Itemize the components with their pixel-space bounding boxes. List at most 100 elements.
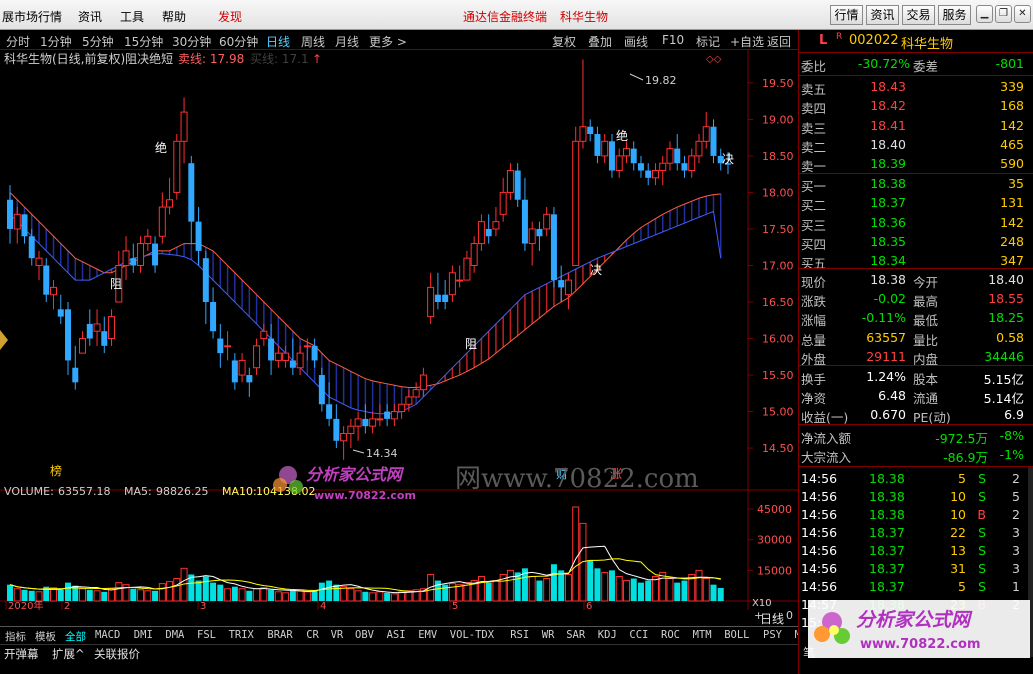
menu-help[interactable]: 帮助 (162, 8, 186, 25)
tool-draw[interactable]: 画线 (624, 33, 648, 50)
service-button[interactable]: 服务 (938, 5, 971, 25)
tool-fuquan[interactable]: 复权 (552, 33, 576, 50)
candle-body (463, 257, 471, 281)
tab-1[interactable]: 模板 (35, 629, 56, 644)
ask-price: 18.41 (870, 117, 906, 133)
tool-f10[interactable]: F10 (662, 33, 684, 47)
kline-chart[interactable]: 19.50 19.00 18.50 18.00 17.50 17.00 16.50 16.00… (0, 50, 798, 626)
ma10-label: MA10: (222, 485, 257, 498)
signal-jue2-1: 决 (590, 263, 602, 277)
volume-bar (296, 590, 304, 602)
tab-11[interactable]: OBV (355, 629, 374, 641)
tab-0[interactable]: 指标 (5, 629, 26, 644)
quote-value-2: 18.25 (988, 310, 1024, 326)
related-quote-button[interactable]: 关联报价 (94, 646, 140, 662)
tab-8[interactable]: BRAR (267, 629, 292, 641)
tick-price: 18.38 (869, 507, 905, 522)
tab-18[interactable]: KDJ (598, 629, 617, 641)
watermark-big-url: 网www.70822.com (455, 464, 699, 494)
volume-bar (622, 580, 630, 602)
date-tick-label: 2 (64, 601, 70, 612)
candle-body (202, 258, 209, 302)
tab-17[interactable]: SAR (566, 629, 585, 641)
tab-22[interactable]: BOLL (724, 629, 749, 641)
tool-back[interactable]: 返回 (767, 33, 791, 50)
bid-volume: 142 (1000, 214, 1024, 230)
danmu-button[interactable]: 开弹幕 (4, 646, 39, 662)
period-15min[interactable]: 15分钟 (124, 33, 163, 50)
zoom-reset-button[interactable]: 0 (786, 609, 793, 622)
tool-mark[interactable]: 标记 (696, 33, 720, 50)
candle-body (354, 418, 362, 427)
tool-overlay[interactable]: 叠加 (588, 33, 612, 50)
close-icon[interactable]: ✕ (1014, 5, 1031, 23)
fin-value-2: 5.14亿 (983, 391, 1024, 406)
period-60min[interactable]: 60分钟 (219, 33, 258, 50)
volume-bar (158, 583, 166, 602)
volume-label: VOLUME: (4, 485, 54, 498)
candle-body (412, 389, 420, 398)
period-daily[interactable]: 日线 (266, 33, 290, 50)
volume-bar (144, 590, 152, 602)
candle-body (326, 404, 333, 419)
period-weekly[interactable]: 周线 (301, 33, 325, 50)
candle-body (419, 374, 427, 391)
candle-body (144, 235, 152, 245)
expand-button[interactable]: 扩展^ (52, 646, 85, 662)
tab-14[interactable]: VOL-TDX (450, 629, 494, 641)
tab-12[interactable]: ASI (387, 629, 406, 641)
volume-bar (601, 571, 609, 602)
menu-discover[interactable]: 发现 (218, 8, 242, 25)
candle-body (7, 199, 13, 229)
maximize-icon[interactable]: ❐ (995, 5, 1012, 23)
period-30min[interactable]: 30分钟 (172, 33, 211, 50)
tick-count: 3 (1012, 525, 1020, 540)
volume-bar (166, 581, 174, 602)
bid-row: 买一 18.38 35 (799, 175, 1028, 194)
tab-9[interactable]: CR (306, 629, 319, 641)
volume-bar (101, 591, 108, 601)
bid-price: 18.34 (870, 253, 906, 269)
zoom-out-button[interactable]: - (772, 609, 776, 622)
candle-body (333, 418, 340, 441)
candle-body (594, 134, 601, 156)
trade-button[interactable]: 交易 (902, 5, 935, 25)
period-monthly[interactable]: 月线 (335, 33, 359, 50)
tab-16[interactable]: WR (542, 629, 555, 641)
candle-body (506, 170, 514, 193)
tab-21[interactable]: MTM (693, 629, 712, 641)
volume-bar (340, 586, 348, 602)
period-5min[interactable]: 5分钟 (82, 33, 114, 50)
tab-4[interactable]: DMI (134, 629, 153, 641)
tool-add-watch[interactable]: +自选 (730, 33, 764, 50)
menu-news[interactable]: 资讯 (78, 8, 102, 25)
period-more[interactable]: 更多 > (369, 33, 407, 50)
market-button[interactable]: 行情 (830, 5, 863, 25)
tab-5[interactable]: DMA (165, 629, 184, 641)
tick-volume: 22 (950, 525, 966, 540)
tab-3[interactable]: MACD (95, 629, 120, 641)
tab-10[interactable]: VR (331, 629, 344, 641)
tab-2[interactable]: 全部 (65, 629, 86, 644)
menu-market[interactable]: 展市场行情 (2, 8, 62, 25)
tick-volume: 10 (950, 489, 966, 504)
minimize-icon[interactable]: ▁ (976, 5, 993, 23)
tab-7[interactable]: TRIX (229, 629, 254, 641)
ask-label: 卖四 (801, 101, 827, 117)
period-tick[interactable]: 分时 (6, 33, 30, 50)
tab-19[interactable]: CCI (629, 629, 648, 641)
period-1min[interactable]: 1分钟 (40, 33, 72, 50)
tab-20[interactable]: ROC (661, 629, 680, 641)
ma5-value: 98826.25 (156, 485, 209, 498)
candle-body (695, 140, 703, 157)
tab-6[interactable]: FSL (197, 629, 216, 641)
tab-13[interactable]: EMV (418, 629, 437, 641)
price-tick-label: 19.00 (762, 113, 794, 126)
marker-bang[interactable]: 榜 (50, 463, 62, 478)
tab-23[interactable]: PSY (763, 629, 782, 641)
news-button[interactable]: 资讯 (866, 5, 899, 25)
diamond-icon[interactable]: ◇◇ (706, 54, 722, 65)
zoom-in-button[interactable]: + (754, 609, 763, 622)
tab-15[interactable]: RSI (510, 629, 529, 641)
menu-tools[interactable]: 工具 (120, 8, 144, 25)
